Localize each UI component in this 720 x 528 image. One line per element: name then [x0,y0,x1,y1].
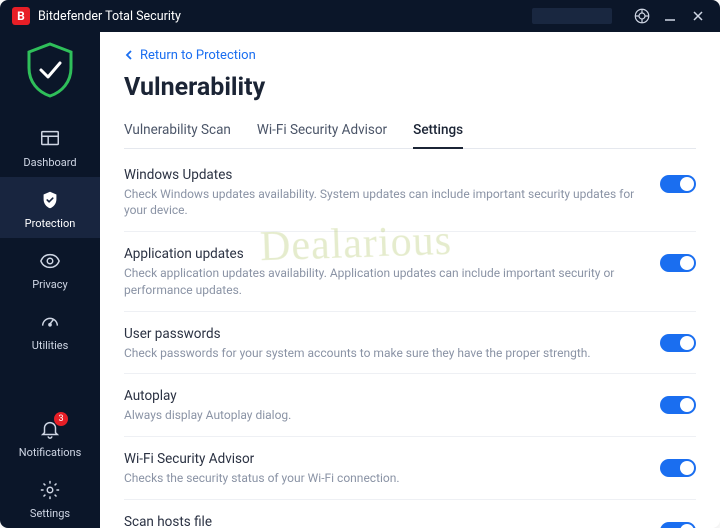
tab-settings[interactable]: Settings [413,116,463,148]
setting-description: Check passwords for your system accounts… [124,345,640,362]
setting-name: Wi-Fi Security Advisor [124,451,640,467]
setting-description: Check application updates availability. … [124,265,640,299]
setting-row: Scan hosts fileChecks the file that maps… [124,500,696,528]
sidebar-item-settings[interactable]: Settings [0,467,100,528]
setting-name: Scan hosts file [124,514,640,528]
sidebar-item-label: Utilities [32,339,69,352]
settings-list: Windows Updates Check Windows updates ava… [124,153,696,528]
sidebar-item-notifications[interactable]: 3 Notifications [0,406,100,467]
setting-row: Application updates Check application upd… [124,232,696,312]
setting-toggle[interactable] [660,175,696,193]
back-link[interactable]: Return to Protection [124,48,256,63]
eye-icon [37,248,63,274]
app-logo-icon: B [12,7,30,25]
setting-name: Application updates [124,246,640,262]
notification-badge: 3 [54,412,68,426]
setting-toggle[interactable] [660,254,696,272]
tab-wifi-security-advisor[interactable]: Wi-Fi Security Advisor [257,116,387,148]
main-panel: Return to Protection Vulnerability Vulne… [100,32,720,528]
sidebar-item-label: Settings [30,507,70,520]
minimize-button[interactable] [660,6,680,26]
setting-toggle[interactable] [660,396,696,414]
sidebar-item-dashboard[interactable]: Dashboard [0,116,100,177]
setting-description: Check Windows updates availability. Syst… [124,186,640,220]
support-icon[interactable] [632,6,652,26]
setting-toggle[interactable] [660,459,696,477]
back-link-label: Return to Protection [140,48,256,63]
setting-row: Autoplay Always display Autoplay dialog. [124,374,696,437]
app-title: Bitdefender Total Security [38,9,181,24]
setting-row: Wi-Fi Security Advisor Checks the securit… [124,437,696,500]
shield-icon [37,187,63,213]
dashboard-icon [37,126,63,152]
speedometer-icon [37,309,63,335]
setting-name: Windows Updates [124,167,640,183]
gear-icon [37,477,63,503]
setting-name: User passwords [124,326,640,342]
titlebar-placeholder [532,8,612,24]
sidebar-item-privacy[interactable]: Privacy [0,238,100,299]
chevron-left-icon [124,49,134,61]
app-window: B Bitdefender Total Security Dashboard [0,0,720,528]
close-button[interactable] [688,6,708,26]
setting-row: Windows Updates Check Windows updates ava… [124,153,696,233]
sidebar: Dashboard Protection Privacy Utilities [0,32,100,528]
page-title: Vulnerability [124,73,696,102]
tab-bar: Vulnerability Scan Wi-Fi Security Adviso… [124,116,696,149]
sidebar-item-protection[interactable]: Protection [0,177,100,238]
setting-toggle[interactable] [660,522,696,528]
setting-description: Always display Autoplay dialog. [124,407,640,424]
sidebar-item-label: Protection [25,217,76,230]
sidebar-item-label: Dashboard [23,156,76,169]
sidebar-item-utilities[interactable]: Utilities [0,299,100,360]
sidebar-item-label: Notifications [19,446,82,459]
setting-name: Autoplay [124,388,640,404]
app-body: Dashboard Protection Privacy Utilities [0,32,720,528]
sidebar-item-label: Privacy [32,278,68,291]
setting-row: User passwords Check passwords for your s… [124,312,696,375]
setting-description: Checks the security status of your Wi-Fi… [124,470,640,487]
setting-toggle[interactable] [660,334,696,352]
status-shield-icon [23,40,77,100]
tab-vulnerability-scan[interactable]: Vulnerability Scan [124,116,231,148]
titlebar: B Bitdefender Total Security [0,0,720,32]
